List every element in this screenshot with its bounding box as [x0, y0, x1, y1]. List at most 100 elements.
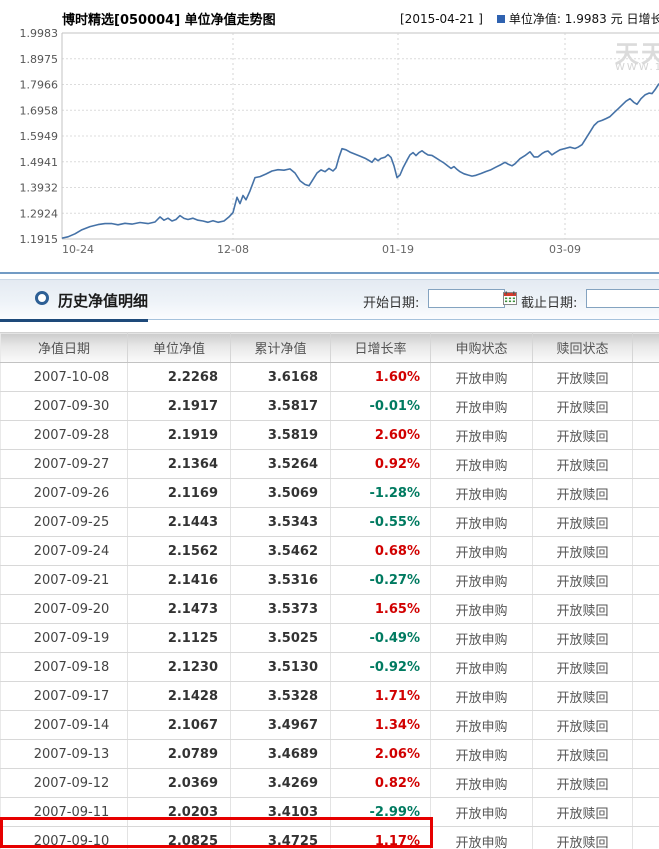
cell-acc-nav: 3.4689	[231, 740, 331, 769]
cell-date: 2007-09-14	[1, 711, 128, 740]
table-row: 2007-09-302.19173.5817-0.01%开放申购开放赎回	[1, 392, 659, 421]
cell-purchase-status: 开放申购	[431, 624, 533, 653]
cell-unit-nav: 2.1125	[128, 624, 231, 653]
cell-acc-nav: 3.5316	[231, 566, 331, 595]
y-axis-label: 1.2924	[20, 207, 59, 220]
section-title: 历史净值明细	[58, 290, 148, 311]
cell-redeem-status: 开放赎回	[533, 624, 633, 653]
table-row: 2007-09-212.14163.5316-0.27%开放申购开放赎回	[1, 566, 659, 595]
cell-unit-nav: 2.0203	[128, 798, 231, 827]
y-axis-label: 1.9983	[20, 27, 59, 40]
cell-date: 2007-09-18	[1, 653, 128, 682]
cell-acc-nav: 3.4725	[231, 827, 331, 849]
cell-acc-nav: 3.5264	[231, 450, 331, 479]
cell-date: 2007-09-13	[1, 740, 128, 769]
cell-growth: -0.49%	[331, 624, 431, 653]
cell-unit-nav: 2.2268	[128, 363, 231, 392]
cell-unit-nav: 2.1917	[128, 392, 231, 421]
start-date-input[interactable]	[428, 289, 505, 308]
y-axis-label: 1.8975	[20, 53, 59, 66]
column-header-empty	[633, 333, 659, 363]
y-axis-label: 1.3932	[20, 182, 59, 195]
cell-redeem-status: 开放赎回	[533, 508, 633, 537]
cell-growth: 0.68%	[331, 537, 431, 566]
cell-empty	[633, 682, 659, 711]
cell-acc-nav: 3.6168	[231, 363, 331, 392]
y-axis-label: 1.4941	[20, 156, 59, 169]
cell-date: 2007-09-27	[1, 450, 128, 479]
cell-growth: 1.65%	[331, 595, 431, 624]
cell-growth: 1.34%	[331, 711, 431, 740]
x-axis-label: 12-08	[217, 243, 249, 256]
cell-redeem-status: 开放赎回	[533, 827, 633, 849]
start-date-label: 开始日期:	[363, 292, 419, 311]
cell-growth: 0.82%	[331, 769, 431, 798]
cell-acc-nav: 3.5462	[231, 537, 331, 566]
cell-growth: 0.92%	[331, 450, 431, 479]
cell-empty	[633, 740, 659, 769]
cell-empty	[633, 595, 659, 624]
column-header: 赎回状态	[533, 333, 633, 363]
cell-empty	[633, 798, 659, 827]
cell-acc-nav: 3.4269	[231, 769, 331, 798]
table-row: 2007-09-122.03693.42690.82%开放申购开放赎回	[1, 769, 659, 798]
cell-unit-nav: 2.1443	[128, 508, 231, 537]
cell-acc-nav: 3.5069	[231, 479, 331, 508]
cell-unit-nav: 2.1067	[128, 711, 231, 740]
end-date-input[interactable]	[586, 289, 659, 308]
cell-purchase-status: 开放申购	[431, 769, 533, 798]
nav-trend-chart: 1.99831.89751.79661.69581.59491.49411.39…	[0, 0, 659, 262]
table-row: 2007-09-102.08253.47251.17%开放申购开放赎回	[1, 827, 659, 849]
cell-unit-nav: 2.1562	[128, 537, 231, 566]
cell-growth: 1.17%	[331, 827, 431, 849]
table-row: 2007-09-262.11693.5069-1.28%开放申购开放赎回	[1, 479, 659, 508]
table-row: 2007-09-272.13643.52640.92%开放申购开放赎回	[1, 450, 659, 479]
cell-purchase-status: 开放申购	[431, 740, 533, 769]
y-axis-label: 1.7966	[20, 79, 59, 92]
cell-unit-nav: 2.1919	[128, 421, 231, 450]
cell-unit-nav: 2.0789	[128, 740, 231, 769]
cell-date: 2007-09-21	[1, 566, 128, 595]
cell-empty	[633, 450, 659, 479]
cell-purchase-status: 开放申购	[431, 595, 533, 624]
history-table: 净值日期单位净值累计净值日增长率申购状态赎回状态 2007-10-082.226…	[0, 332, 659, 849]
cell-empty	[633, 392, 659, 421]
cell-empty	[633, 363, 659, 392]
cell-empty	[633, 769, 659, 798]
cell-redeem-status: 开放赎回	[533, 392, 633, 421]
cell-date: 2007-09-10	[1, 827, 128, 849]
cell-purchase-status: 开放申购	[431, 711, 533, 740]
cell-date: 2007-09-20	[1, 595, 128, 624]
cell-redeem-status: 开放赎回	[533, 595, 633, 624]
table-row: 2007-09-182.12303.5130-0.92%开放申购开放赎回	[1, 653, 659, 682]
calendar-icon[interactable]	[503, 290, 517, 304]
history-table-wrap: 净值日期单位净值累计净值日增长率申购状态赎回状态 2007-10-082.226…	[0, 332, 659, 849]
x-axis-label: 03-09	[549, 243, 581, 256]
cell-acc-nav: 3.5817	[231, 392, 331, 421]
nav-line-series	[62, 84, 659, 239]
cell-growth: -0.01%	[331, 392, 431, 421]
cell-redeem-status: 开放赎回	[533, 421, 633, 450]
cell-acc-nav: 3.4967	[231, 711, 331, 740]
cell-redeem-status: 开放赎回	[533, 566, 633, 595]
cell-redeem-status: 开放赎回	[533, 711, 633, 740]
fund-nav-page: 博时精选[050004] 单位净值走势图 [2015-04-21 ] 单位净值:…	[0, 0, 659, 849]
cell-acc-nav: 3.4103	[231, 798, 331, 827]
cell-empty	[633, 827, 659, 849]
cell-date: 2007-09-24	[1, 537, 128, 566]
cell-purchase-status: 开放申购	[431, 508, 533, 537]
section-tab-underline	[0, 319, 148, 322]
cell-date: 2007-09-25	[1, 508, 128, 537]
table-row: 2007-09-142.10673.49671.34%开放申购开放赎回	[1, 711, 659, 740]
cell-date: 2007-09-30	[1, 392, 128, 421]
cell-purchase-status: 开放申购	[431, 479, 533, 508]
cell-growth: -1.28%	[331, 479, 431, 508]
cell-unit-nav: 2.1169	[128, 479, 231, 508]
x-axis-label: 01-19	[382, 243, 414, 256]
y-axis-label: 1.1915	[20, 233, 59, 246]
cell-purchase-status: 开放申购	[431, 653, 533, 682]
cell-redeem-status: 开放赎回	[533, 653, 633, 682]
table-row: 2007-09-242.15623.54620.68%开放申购开放赎回	[1, 537, 659, 566]
cell-empty	[633, 421, 659, 450]
cell-acc-nav: 3.5025	[231, 624, 331, 653]
